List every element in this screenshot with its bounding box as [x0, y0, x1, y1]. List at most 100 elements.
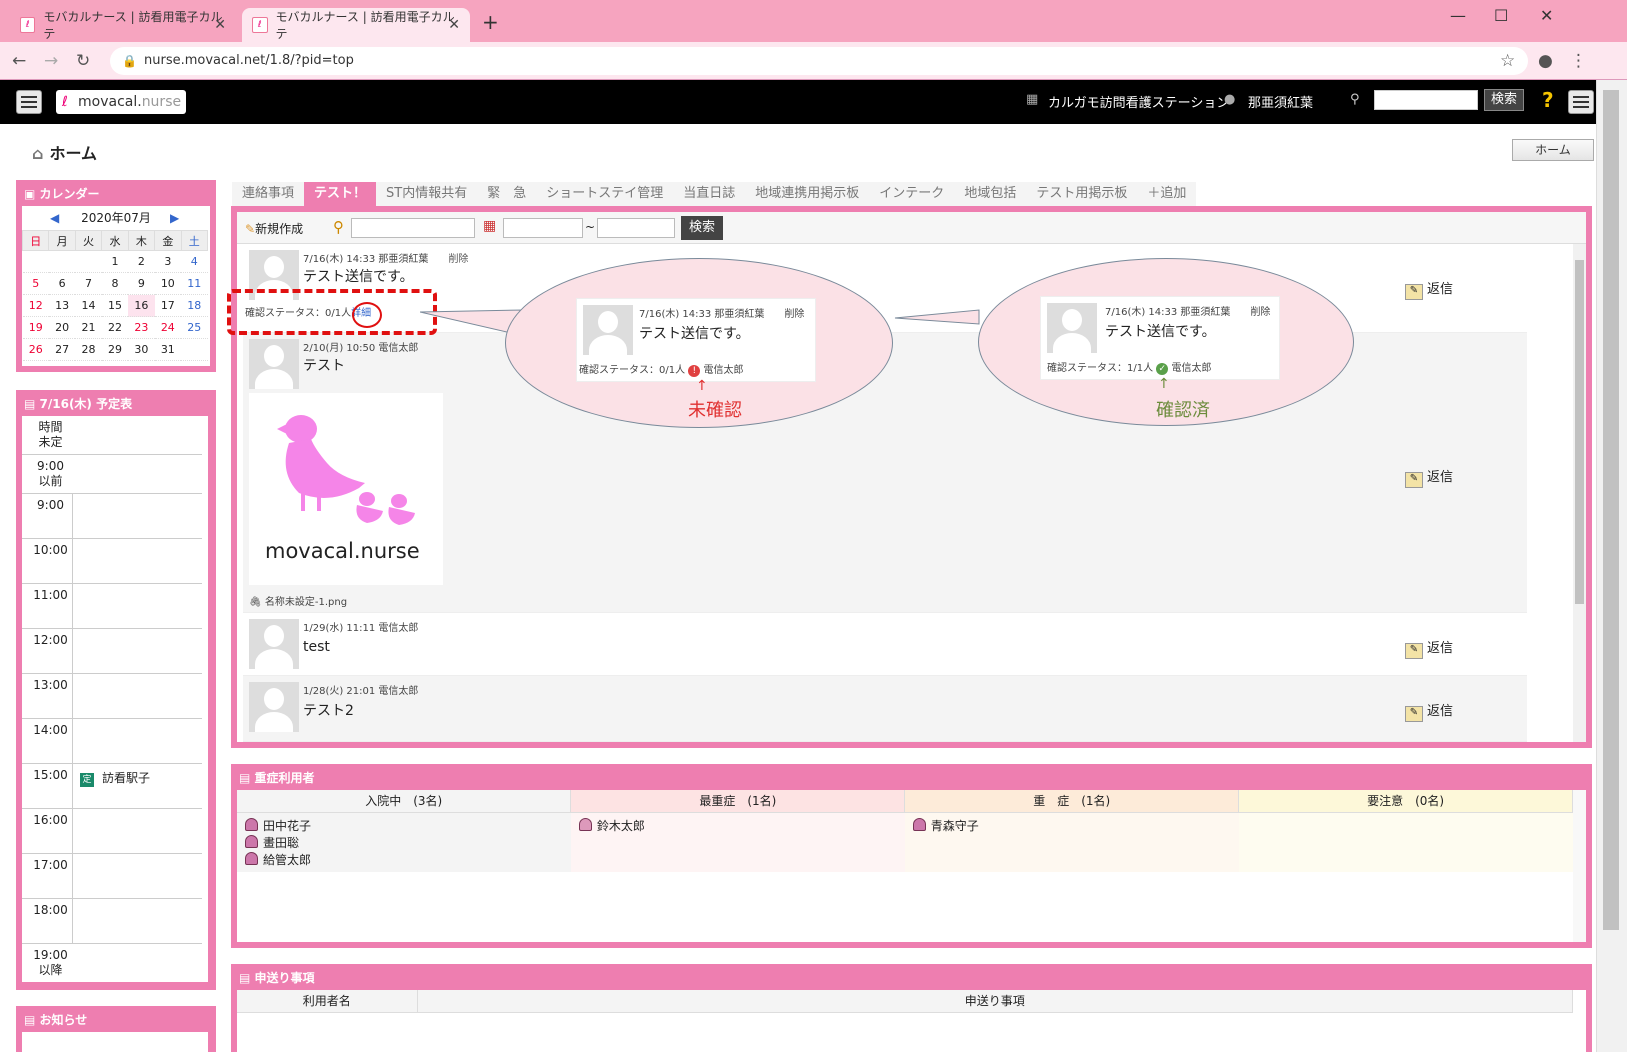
patient-link[interactable]: 畫田聡 — [245, 834, 563, 851]
tab-regional-board[interactable]: 地域連携用掲示板 — [745, 182, 870, 206]
board-scrollbar-thumb[interactable] — [1575, 260, 1584, 604]
tab-add[interactable]: ＋追加 — [1137, 182, 1197, 206]
minimize-icon[interactable]: — — [1450, 6, 1466, 25]
schedule-event[interactable]: 定訪看駅子 — [80, 769, 150, 787]
calendar-day[interactable]: 27 — [48, 338, 76, 361]
calendar-day[interactable]: 20 — [48, 316, 76, 339]
date-picker-icon[interactable]: ▦ — [483, 218, 496, 234]
calendar-day[interactable]: 29 — [101, 338, 129, 361]
schedule-slot[interactable]: 時間 未定 — [22, 416, 202, 455]
new-tab-icon[interactable]: + — [482, 10, 499, 34]
calendar-day[interactable]: 25 — [181, 316, 208, 339]
tab-intake[interactable]: インテーク — [869, 182, 955, 206]
calendar-day[interactable]: 22 — [101, 316, 129, 339]
board-scrollbar[interactable] — [1573, 244, 1586, 742]
attached-image[interactable]: movacal.nurse — [249, 393, 443, 585]
schedule-slot[interactable]: 15:00 定訪看駅子 — [22, 764, 202, 809]
calendar-day[interactable]: 17 — [154, 294, 182, 317]
reload-icon[interactable]: ↻ — [76, 51, 90, 71]
tab-duty-log[interactable]: 当直日誌 — [673, 182, 746, 206]
calendar-day[interactable]: 24 — [154, 316, 182, 339]
forward-icon[interactable]: → — [44, 51, 58, 71]
calendar-day[interactable]: 11 — [181, 272, 208, 295]
schedule-slot[interactable]: 13:00 — [22, 674, 202, 719]
tab-test[interactable]: テスト！ — [304, 182, 377, 206]
tab-st-info[interactable]: ST内情報共有 — [376, 182, 478, 206]
calendar-day[interactable]: 8 — [101, 272, 129, 295]
board-search-input[interactable] — [351, 218, 475, 238]
reply-button[interactable]: 返信 — [1405, 278, 1453, 300]
close-tab-icon[interactable]: ✕ — [214, 17, 226, 33]
patient-link[interactable]: 田中花子 — [245, 817, 563, 834]
calendar-day[interactable]: 10 — [154, 272, 182, 295]
calendar-day[interactable]: 26 — [22, 338, 49, 361]
calendar-day[interactable] — [181, 338, 208, 361]
url-field[interactable]: 🔒 nurse.movacal.net/1.8/?pid=top — [110, 47, 1528, 75]
back-icon[interactable]: ← — [12, 51, 26, 71]
calendar-day[interactable]: 13 — [48, 294, 76, 317]
patient-link[interactable]: 青森守子 — [913, 817, 1231, 834]
calendar-day[interactable]: 31 — [154, 338, 182, 361]
reply-button[interactable]: 返信 — [1405, 700, 1453, 722]
board-search-button[interactable]: 検索 — [681, 216, 723, 240]
prev-month-icon[interactable]: ◀ — [50, 206, 59, 230]
window-close-icon[interactable]: ✕ — [1540, 6, 1553, 25]
calendar-day[interactable]: 2 — [128, 250, 155, 273]
date-from-input[interactable] — [503, 218, 583, 238]
calendar-day[interactable]: 18 — [181, 294, 208, 317]
calendar-day-today[interactable]: 16 — [128, 294, 155, 317]
calendar-day[interactable]: 7 — [75, 272, 102, 295]
severe-scrollbar[interactable] — [1573, 790, 1586, 942]
calendar-day[interactable]: 9 — [128, 272, 155, 295]
calendar-day[interactable]: 3 — [154, 250, 182, 273]
browser-tab-active[interactable]: ℓ モバカルナース | 訪看用電子カルテ ✕ — [242, 8, 470, 42]
calendar-day[interactable]: 30 — [128, 338, 155, 361]
new-post-button[interactable]: ✎新規作成 — [245, 220, 303, 237]
home-button[interactable]: ホーム — [1512, 139, 1594, 161]
reply-button[interactable]: 返信 — [1405, 466, 1453, 488]
schedule-slot[interactable]: 11:00 — [22, 584, 202, 629]
schedule-slot[interactable]: 12:00 — [22, 629, 202, 674]
calendar-day[interactable]: 28 — [75, 338, 102, 361]
next-month-icon[interactable]: ▶ — [170, 206, 179, 230]
tab-shortstay[interactable]: ショートステイ管理 — [536, 182, 674, 206]
page-scrollbar[interactable] — [1596, 80, 1627, 1052]
calendar-day[interactable]: 4 — [181, 250, 208, 273]
calendar-day[interactable]: 1 — [101, 250, 129, 273]
profile-icon[interactable]: ● — [1538, 51, 1553, 71]
calendar-day[interactable]: 23 — [128, 316, 155, 339]
delete-link[interactable]: 削除 — [448, 254, 468, 265]
movacal-logo[interactable]: ℓ movacal.nurse — [56, 90, 186, 114]
browser-menu-icon[interactable]: ⋮ — [1570, 51, 1587, 71]
calendar-day[interactable]: 19 — [22, 316, 49, 339]
calendar-day[interactable]: 5 — [22, 272, 49, 295]
attachment-row[interactable]: 🖇 名称未設定-1.png — [249, 593, 347, 608]
calendar-day[interactable] — [22, 250, 49, 273]
page-scrollbar-thumb[interactable] — [1603, 90, 1619, 930]
calendar-day[interactable]: 21 — [75, 316, 102, 339]
date-to-input[interactable] — [597, 218, 675, 238]
patient-link[interactable]: 給管太郎 — [245, 851, 563, 868]
close-tab-icon[interactable]: ✕ — [448, 17, 460, 33]
maximize-icon[interactable]: ☐ — [1494, 6, 1508, 25]
calendar-day[interactable]: 15 — [101, 294, 129, 317]
schedule-slot[interactable]: 9:00 — [22, 494, 202, 539]
left-menu-button[interactable] — [16, 90, 42, 114]
tab-test-board[interactable]: テスト用掲示板 — [1026, 182, 1138, 206]
schedule-slot[interactable]: 17:00 — [22, 854, 202, 899]
help-icon[interactable]: ? — [1542, 88, 1554, 112]
header-search-button[interactable]: 検索 — [1484, 89, 1524, 111]
schedule-slot[interactable]: 19:00 以降 — [22, 944, 202, 982]
user-name[interactable]: 那亜須紅葉 — [1248, 92, 1313, 111]
schedule-slot[interactable]: 18:00 — [22, 899, 202, 944]
schedule-slot[interactable]: 9:00 以前 — [22, 455, 202, 494]
calendar-day[interactable]: 12 — [22, 294, 49, 317]
calendar-day[interactable]: 6 — [48, 272, 76, 295]
reply-button[interactable]: 返信 — [1405, 637, 1453, 659]
tab-renraku[interactable]: 連絡事項 — [232, 182, 305, 206]
schedule-slot[interactable]: 10:00 — [22, 539, 202, 584]
schedule-slot[interactable]: 14:00 — [22, 719, 202, 764]
tab-regional-care[interactable]: 地域包括 — [954, 182, 1027, 206]
calendar-day[interactable]: 14 — [75, 294, 102, 317]
bookmark-star-icon[interactable]: ☆ — [1500, 51, 1515, 71]
